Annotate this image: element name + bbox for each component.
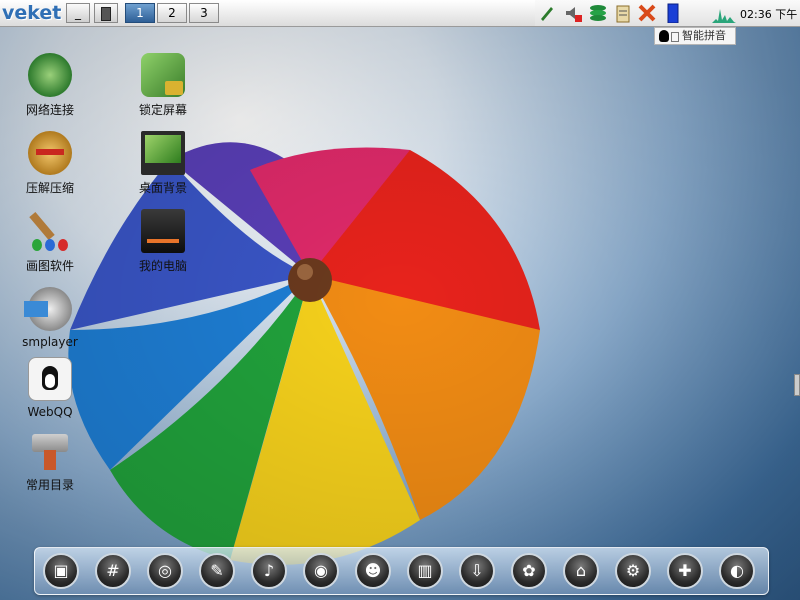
desktop-icon-label: WebQQ (27, 405, 73, 419)
desktop-icon-lock-screen[interactable]: 锁定屏幕 (118, 53, 208, 118)
pen-icon[interactable] (537, 3, 557, 23)
desktop-switch-2[interactable]: 2 (157, 3, 187, 23)
dock-settings-icon[interactable]: ⚙ (615, 553, 651, 589)
ime-indicator[interactable]: 智能拼音 (654, 27, 736, 45)
desktop-icon-common-dirs[interactable]: 常用目录 (5, 428, 95, 493)
paintbrush-icon (28, 209, 72, 253)
desktop-icon-label: 画图软件 (25, 259, 74, 273)
desktop-icon-paint[interactable]: 画图软件 (5, 209, 95, 274)
desktop-switch-1[interactable]: 1 (125, 3, 155, 23)
desktop-icon-label: 常用目录 (25, 478, 74, 492)
dock-terminal-icon[interactable]: # (95, 553, 131, 589)
monitor-icon (141, 131, 185, 175)
desktop-icon-my-computer[interactable]: 我的电脑 (118, 209, 208, 274)
desktop-icon-label: 我的电脑 (138, 259, 187, 273)
veket-logo[interactable]: veket (2, 2, 64, 24)
lock-icon (141, 53, 185, 97)
volume-muted-icon[interactable] (563, 3, 583, 23)
desktop-icon-network-connect[interactable]: 网络连接 (5, 53, 95, 118)
penguin-icon (659, 30, 669, 42)
cpu-graph-icon[interactable] (712, 3, 736, 23)
desktop-icon-label: 桌面背景 (138, 181, 187, 195)
show-desktop-button[interactable] (94, 3, 118, 23)
desktop-icon-smplayer[interactable]: smplayer (5, 287, 95, 349)
minimize-button[interactable]: _ (66, 3, 90, 23)
dock-edit-icon[interactable]: ✎ (199, 553, 235, 589)
desktop-icon-label: smplayer (22, 335, 78, 349)
archive-icon (28, 131, 72, 175)
dock-help-icon[interactable]: ✚ (667, 553, 703, 589)
film-icon (24, 287, 72, 331)
dock-color-icon[interactable]: ◐ (719, 553, 755, 589)
top-panel: veket _ 1 2 3 02:36 下午 (0, 0, 800, 27)
dock-firefox-icon[interactable]: ◎ (147, 553, 183, 589)
desktop-icon-label: 网络连接 (25, 103, 74, 117)
dock-music-icon[interactable]: ♪ (251, 553, 287, 589)
desktop-icon-label: 压解压缩 (25, 181, 74, 195)
dock-folder-icon[interactable]: ▣ (43, 553, 79, 589)
network-icon[interactable] (588, 3, 608, 23)
dock-equalizer-icon[interactable]: ▥ (407, 553, 443, 589)
lock-small-icon (671, 32, 679, 42)
toolbox-icon (28, 428, 72, 472)
battery-icon[interactable] (663, 3, 683, 24)
clock[interactable]: 02:36 下午 (740, 6, 797, 22)
desktop-icon-webqq[interactable]: WebQQ (5, 357, 95, 419)
dock-installer-icon[interactable]: ⇩ (459, 553, 495, 589)
ime-label: 智能拼音 (682, 29, 726, 42)
desktop-icon-archive[interactable]: 压解压缩 (5, 131, 95, 196)
dock-media-icon[interactable]: ◉ (303, 553, 339, 589)
edge-handle[interactable] (794, 374, 800, 396)
dock-chat-icon[interactable]: ☻ (355, 553, 391, 589)
show-desktop-icon (101, 7, 111, 21)
drive-icon (141, 209, 185, 253)
dock-graphics-icon[interactable]: ✿ (511, 553, 547, 589)
desktop-switch-3[interactable]: 3 (189, 3, 219, 23)
close-x-icon[interactable] (637, 3, 657, 23)
penguin-icon (28, 357, 72, 401)
clipboard-icon[interactable] (613, 3, 633, 23)
desktop-icon-label: 锁定屏幕 (138, 103, 187, 117)
desktop-icon-wallpaper[interactable]: 桌面背景 (118, 131, 208, 196)
globe-icon (28, 53, 72, 97)
dock: ▣ # ◎ ✎ ♪ ◉ ☻ ▥ ⇩ ✿ ⌂ ⚙ ✚ ◐ (34, 547, 769, 595)
dock-mouse-icon[interactable]: ⌂ (563, 553, 599, 589)
